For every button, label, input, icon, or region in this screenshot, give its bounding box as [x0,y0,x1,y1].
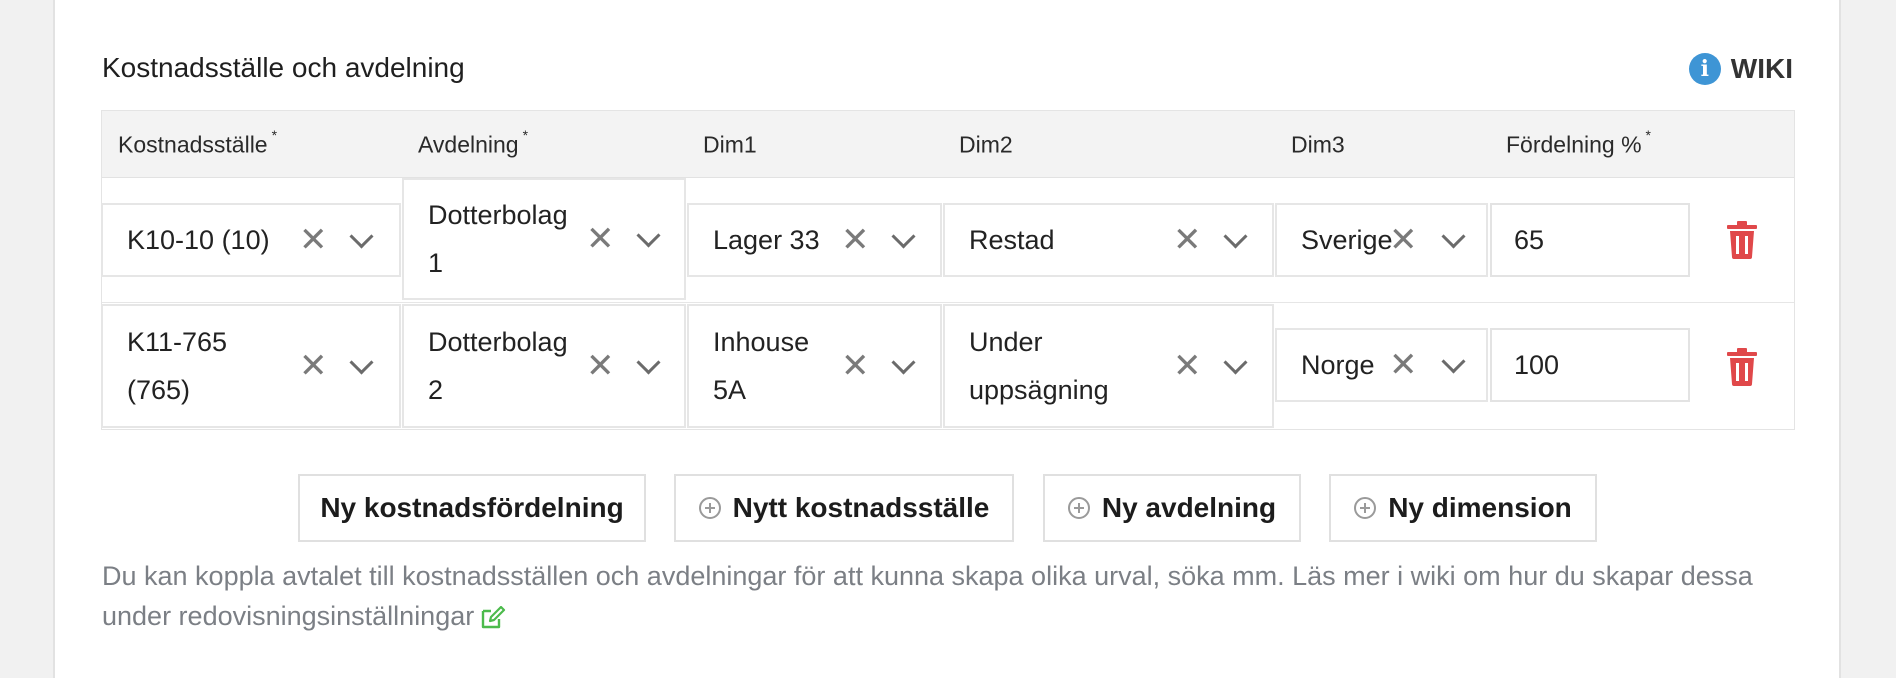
kostnadsstalle-select-2[interactable]: K11-765 (765) ✕ [101,304,401,428]
fordelning-input-2[interactable]: 100 [1490,328,1690,402]
select-value: Under uppsägning [969,327,1109,405]
new-cost-distribution-button[interactable]: Ny kostnadsfördelning [298,474,646,542]
dim3-select-2[interactable]: Norge ✕ [1275,328,1488,402]
select-value: Dotterbolag 1 [428,200,568,278]
close-icon[interactable]: ✕ [1173,349,1202,383]
header-kostnadsstalle: Kostnadsställe * [118,127,278,158]
trash-icon[interactable] [1726,348,1758,386]
kostnadsstalle-select-1[interactable]: K10-10 (10) ✕ [101,203,401,277]
button-label: Ny dimension [1388,492,1572,523]
edit-icon[interactable] [480,605,506,630]
chevron-down-icon[interactable] [1441,349,1466,374]
close-icon[interactable]: ✕ [586,222,615,256]
select-value: Dotterbolag 2 [428,327,568,405]
chevron-down-icon[interactable] [636,350,661,375]
new-cost-center-button[interactable]: Nytt kostnadsställe [674,474,1014,542]
header-dim2: Dim2 [959,131,1013,158]
select-value: Lager 33 [713,225,820,255]
info-icon: i [1688,53,1721,85]
close-icon[interactable]: ✕ [586,349,615,383]
select-value: K10-10 (10) [127,225,270,255]
select-value: Restad [969,225,1055,255]
chevron-down-icon[interactable] [1441,224,1466,249]
button-label: Nytt kostnadsställe [732,492,990,523]
plus-circle-icon [1067,497,1090,519]
new-department-button[interactable]: Ny avdelning [1043,474,1301,542]
chevron-down-icon[interactable] [1223,224,1248,249]
chevron-down-icon[interactable] [349,350,374,375]
dim3-select-1[interactable]: Sverige ✕ [1275,203,1488,277]
avdelning-select-2[interactable]: Dotterbolag 2 ✕ [402,304,686,428]
chevron-down-icon[interactable] [349,224,374,249]
button-label: Ny avdelning [1101,492,1277,523]
plus-circle-icon [1354,497,1377,519]
select-value: Norge [1301,350,1375,380]
section-title: Kostnadsställe och avdelning [102,52,465,83]
header-avdelning: Avdelning * [418,127,529,158]
dim2-select-2[interactable]: Under uppsägning ✕ [943,304,1274,428]
header-dim1: Dim1 [703,131,757,158]
select-value: Sverige [1301,225,1393,255]
chevron-down-icon[interactable] [1223,350,1248,375]
trash-icon[interactable] [1726,221,1758,259]
close-icon[interactable]: ✕ [841,349,870,383]
help-text-content: Du kan koppla avtalet till kostnadsställ… [102,561,1753,631]
select-value: Inhouse 5A [713,327,810,405]
avdelning-select-1[interactable]: Dotterbolag 1 ✕ [402,178,686,300]
wiki-link[interactable]: i WIKI [1688,52,1793,86]
close-icon[interactable]: ✕ [1173,223,1202,257]
header-dim3: Dim3 [1291,131,1345,158]
close-icon[interactable]: ✕ [841,223,870,257]
close-icon[interactable]: ✕ [299,223,328,257]
close-icon[interactable]: ✕ [1389,223,1418,257]
chevron-down-icon[interactable] [891,224,916,249]
dim1-select-1[interactable]: Lager 33 ✕ [687,203,942,277]
table-header: Kostnadsställe * Avdelning * Dim1 Dim2 Dim… [102,111,1794,178]
button-label: Ny kostnadsfördelning [320,492,624,523]
dim2-select-1[interactable]: Restad ✕ [943,203,1274,277]
wiki-label: WIKI [1730,53,1793,84]
chevron-down-icon[interactable] [891,350,916,375]
new-dimension-button[interactable]: Ny dimension [1329,474,1597,542]
header-fordelning: Fördelning % * [1506,127,1651,158]
close-icon[interactable]: ✕ [1389,348,1418,382]
plus-circle-icon [698,497,721,519]
chevron-down-icon[interactable] [636,223,661,248]
row-divider [102,302,1794,303]
select-value: K11-765 (765) [127,327,228,405]
fordelning-input-1[interactable]: 65 [1490,203,1690,277]
dim1-select-2[interactable]: Inhouse 5A ✕ [687,304,942,428]
close-icon[interactable]: ✕ [299,349,328,383]
help-text: Du kan koppla avtalet till kostnadsställ… [102,556,1762,636]
